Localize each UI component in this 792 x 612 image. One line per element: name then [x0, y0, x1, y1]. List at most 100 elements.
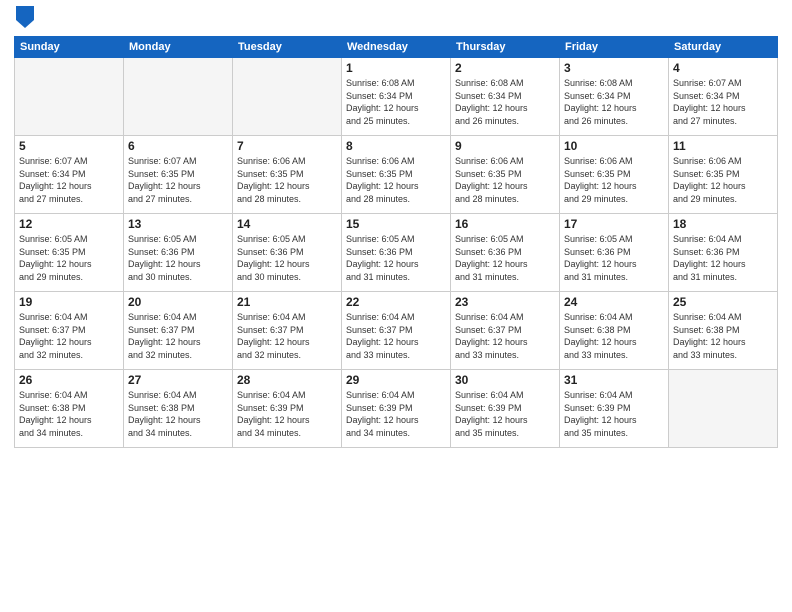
day-info: Sunrise: 6:04 AM Sunset: 6:37 PM Dayligh…: [455, 311, 555, 361]
calendar-cell: 20Sunrise: 6:04 AM Sunset: 6:37 PM Dayli…: [124, 292, 233, 370]
col-sunday: Sunday: [15, 37, 124, 58]
day-info: Sunrise: 6:06 AM Sunset: 6:35 PM Dayligh…: [564, 155, 664, 205]
day-info: Sunrise: 6:04 AM Sunset: 6:37 PM Dayligh…: [346, 311, 446, 361]
day-number: 12: [19, 217, 119, 231]
day-number: 2: [455, 61, 555, 75]
logo-icon: [16, 6, 34, 28]
col-friday: Friday: [560, 37, 669, 58]
calendar-cell: [124, 58, 233, 136]
day-number: 22: [346, 295, 446, 309]
day-number: 21: [237, 295, 337, 309]
day-info: Sunrise: 6:04 AM Sunset: 6:37 PM Dayligh…: [237, 311, 337, 361]
calendar-cell: 17Sunrise: 6:05 AM Sunset: 6:36 PM Dayli…: [560, 214, 669, 292]
day-info: Sunrise: 6:05 AM Sunset: 6:36 PM Dayligh…: [237, 233, 337, 283]
day-info: Sunrise: 6:07 AM Sunset: 6:35 PM Dayligh…: [128, 155, 228, 205]
day-number: 4: [673, 61, 773, 75]
page: Sunday Monday Tuesday Wednesday Thursday…: [0, 0, 792, 612]
day-info: Sunrise: 6:04 AM Sunset: 6:38 PM Dayligh…: [128, 389, 228, 439]
day-info: Sunrise: 6:04 AM Sunset: 6:39 PM Dayligh…: [237, 389, 337, 439]
calendar-cell: 28Sunrise: 6:04 AM Sunset: 6:39 PM Dayli…: [233, 370, 342, 448]
day-number: 27: [128, 373, 228, 387]
calendar-cell: 1 Sunrise: 6:08 AM Sunset: 6:34 PM Daylig…: [342, 58, 451, 136]
day-number: 16: [455, 217, 555, 231]
calendar-header-row: Sunday Monday Tuesday Wednesday Thursday…: [15, 37, 778, 58]
day-number: 10: [564, 139, 664, 153]
calendar-week-2: 5 Sunrise: 6:07 AM Sunset: 6:34 PM Daylig…: [15, 136, 778, 214]
calendar-cell: 25Sunrise: 6:04 AM Sunset: 6:38 PM Dayli…: [669, 292, 778, 370]
calendar-cell: 18Sunrise: 6:04 AM Sunset: 6:36 PM Dayli…: [669, 214, 778, 292]
day-number: 15: [346, 217, 446, 231]
calendar-cell: 16 Sunrise: 6:05 AM Sunset: 6:36 PM Dayli…: [451, 214, 560, 292]
calendar-week-3: 12 Sunrise: 6:05 AM Sunset: 6:35 PM Dayli…: [15, 214, 778, 292]
calendar-table: Sunday Monday Tuesday Wednesday Thursday…: [14, 36, 778, 448]
calendar-cell: [15, 58, 124, 136]
day-number: 6: [128, 139, 228, 153]
day-number: 13: [128, 217, 228, 231]
day-info: Sunrise: 6:08 AM Sunset: 6:34 PM Dayligh…: [346, 77, 446, 127]
day-number: 26: [19, 373, 119, 387]
day-info: Sunrise: 6:06 AM Sunset: 6:35 PM Dayligh…: [673, 155, 773, 205]
header: [14, 10, 778, 28]
calendar-cell: 30 Sunrise: 6:04 AM Sunset: 6:39 PM Dayli…: [451, 370, 560, 448]
calendar-cell: 9Sunrise: 6:06 AM Sunset: 6:35 PM Daylig…: [451, 136, 560, 214]
calendar-cell: 13 Sunrise: 6:05 AM Sunset: 6:36 PM Dayli…: [124, 214, 233, 292]
day-number: 11: [673, 139, 773, 153]
day-number: 1: [346, 61, 446, 75]
calendar-cell: 12 Sunrise: 6:05 AM Sunset: 6:35 PM Dayli…: [15, 214, 124, 292]
calendar-cell: [233, 58, 342, 136]
day-info: Sunrise: 6:05 AM Sunset: 6:36 PM Dayligh…: [564, 233, 664, 283]
calendar-cell: [669, 370, 778, 448]
day-number: 18: [673, 217, 773, 231]
calendar-cell: 6 Sunrise: 6:07 AM Sunset: 6:35 PM Daylig…: [124, 136, 233, 214]
calendar-cell: 24 Sunrise: 6:04 AM Sunset: 6:38 PM Dayli…: [560, 292, 669, 370]
calendar-cell: 23Sunrise: 6:04 AM Sunset: 6:37 PM Dayli…: [451, 292, 560, 370]
calendar-cell: 10 Sunrise: 6:06 AM Sunset: 6:35 PM Dayli…: [560, 136, 669, 214]
day-number: 8: [346, 139, 446, 153]
calendar-week-1: 1 Sunrise: 6:08 AM Sunset: 6:34 PM Daylig…: [15, 58, 778, 136]
day-info: Sunrise: 6:04 AM Sunset: 6:37 PM Dayligh…: [19, 311, 119, 361]
day-info: Sunrise: 6:04 AM Sunset: 6:38 PM Dayligh…: [564, 311, 664, 361]
day-info: Sunrise: 6:06 AM Sunset: 6:35 PM Dayligh…: [346, 155, 446, 205]
calendar-cell: 29 Sunrise: 6:04 AM Sunset: 6:39 PM Dayli…: [342, 370, 451, 448]
col-monday: Monday: [124, 37, 233, 58]
calendar-cell: 2 Sunrise: 6:08 AM Sunset: 6:34 PM Daylig…: [451, 58, 560, 136]
day-info: Sunrise: 6:07 AM Sunset: 6:34 PM Dayligh…: [673, 77, 773, 127]
calendar-cell: 31Sunrise: 6:04 AM Sunset: 6:39 PM Dayli…: [560, 370, 669, 448]
day-info: Sunrise: 6:06 AM Sunset: 6:35 PM Dayligh…: [237, 155, 337, 205]
calendar-cell: 26Sunrise: 6:04 AM Sunset: 6:38 PM Dayli…: [15, 370, 124, 448]
calendar-cell: 5 Sunrise: 6:07 AM Sunset: 6:34 PM Daylig…: [15, 136, 124, 214]
calendar-cell: 19 Sunrise: 6:04 AM Sunset: 6:37 PM Dayli…: [15, 292, 124, 370]
day-info: Sunrise: 6:06 AM Sunset: 6:35 PM Dayligh…: [455, 155, 555, 205]
day-number: 24: [564, 295, 664, 309]
day-info: Sunrise: 6:05 AM Sunset: 6:36 PM Dayligh…: [128, 233, 228, 283]
day-info: Sunrise: 6:05 AM Sunset: 6:36 PM Dayligh…: [455, 233, 555, 283]
day-info: Sunrise: 6:05 AM Sunset: 6:36 PM Dayligh…: [346, 233, 446, 283]
day-number: 25: [673, 295, 773, 309]
day-info: Sunrise: 6:08 AM Sunset: 6:34 PM Dayligh…: [455, 77, 555, 127]
col-thursday: Thursday: [451, 37, 560, 58]
day-number: 14: [237, 217, 337, 231]
day-number: 5: [19, 139, 119, 153]
calendar-cell: 11 Sunrise: 6:06 AM Sunset: 6:35 PM Dayli…: [669, 136, 778, 214]
calendar-week-5: 26 Sunrise: 6:04 AM Sunset: 6:38 PM Dayli…: [15, 370, 778, 448]
day-number: 3: [564, 61, 664, 75]
day-info: Sunrise: 6:05 AM Sunset: 6:35 PM Dayligh…: [19, 233, 119, 283]
calendar-cell: 8 Sunrise: 6:06 AM Sunset: 6:35 PM Daylig…: [342, 136, 451, 214]
day-number: 19: [19, 295, 119, 309]
day-info: Sunrise: 6:04 AM Sunset: 6:39 PM Dayligh…: [455, 389, 555, 439]
day-number: 31: [564, 373, 664, 387]
calendar-week-4: 19 Sunrise: 6:04 AM Sunset: 6:37 PM Dayli…: [15, 292, 778, 370]
day-info: Sunrise: 6:04 AM Sunset: 6:37 PM Dayligh…: [128, 311, 228, 361]
day-info: Sunrise: 6:04 AM Sunset: 6:39 PM Dayligh…: [346, 389, 446, 439]
day-number: 29: [346, 373, 446, 387]
day-number: 7: [237, 139, 337, 153]
calendar-cell: 15 Sunrise: 6:05 AM Sunset: 6:36 PM Dayli…: [342, 214, 451, 292]
col-wednesday: Wednesday: [342, 37, 451, 58]
calendar-cell: 14 Sunrise: 6:05 AM Sunset: 6:36 PM Dayli…: [233, 214, 342, 292]
calendar-cell: 21 Sunrise: 6:04 AM Sunset: 6:37 PM Dayli…: [233, 292, 342, 370]
logo: [14, 10, 34, 28]
day-info: Sunrise: 6:08 AM Sunset: 6:34 PM Dayligh…: [564, 77, 664, 127]
day-number: 30: [455, 373, 555, 387]
day-info: Sunrise: 6:07 AM Sunset: 6:34 PM Dayligh…: [19, 155, 119, 205]
calendar-cell: 27 Sunrise: 6:04 AM Sunset: 6:38 PM Dayli…: [124, 370, 233, 448]
